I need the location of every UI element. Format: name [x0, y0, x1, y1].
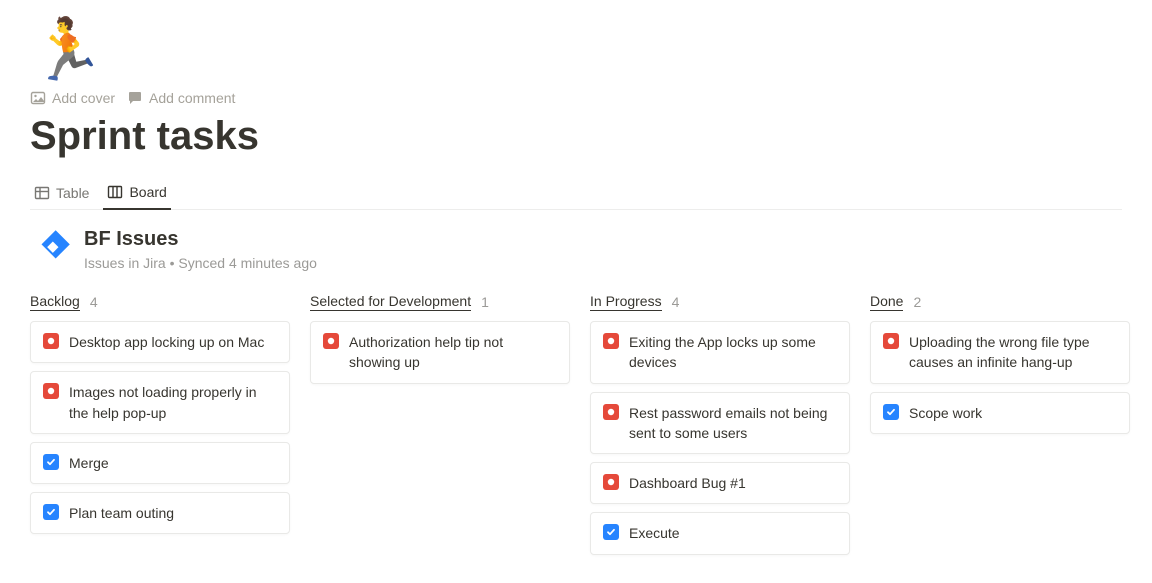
board-card[interactable]: Plan team outing	[30, 492, 290, 534]
add-comment-button[interactable]: Add comment	[127, 90, 235, 106]
column-header[interactable]: Backlog 4	[30, 293, 290, 311]
board-column: In Progress 4 Exiting the App locks up som…	[590, 293, 850, 563]
board-card[interactable]: Desktop app locking up on Mac	[30, 321, 290, 363]
view-tabs: Table Board	[30, 177, 1122, 210]
source-title: BF Issues	[84, 228, 317, 251]
card-title: Rest password emails not being sent to s…	[629, 403, 837, 444]
bug-icon	[323, 333, 339, 349]
board-card[interactable]: Images not loading properly in the help …	[30, 371, 290, 434]
card-title: Plan team outing	[69, 503, 277, 523]
board: Backlog 4 Desktop app locking up on Mac Ima…	[30, 293, 1122, 563]
source-subtitle: Issues in Jira • Synced 4 minutes ago	[84, 255, 317, 271]
board-icon	[107, 184, 123, 200]
task-icon	[43, 454, 59, 470]
board-column: Backlog 4 Desktop app locking up on Mac Ima…	[30, 293, 290, 542]
image-icon	[30, 90, 46, 106]
tab-board[interactable]: Board	[103, 178, 170, 210]
bug-icon	[43, 333, 59, 349]
board-card[interactable]: Dashboard Bug #1	[590, 462, 850, 504]
add-cover-label: Add cover	[52, 90, 115, 106]
board-card[interactable]: Rest password emails not being sent to s…	[590, 392, 850, 455]
bug-icon	[43, 383, 59, 399]
card-title: Execute	[629, 523, 837, 543]
column-count: 4	[90, 294, 98, 310]
column-name: Backlog	[30, 293, 80, 311]
tab-table[interactable]: Table	[30, 178, 93, 210]
bug-icon	[603, 474, 619, 490]
card-title: Scope work	[909, 403, 1117, 423]
board-card[interactable]: Authorization help tip not showing up	[310, 321, 570, 384]
comment-icon	[127, 90, 143, 106]
column-name: Done	[870, 293, 903, 311]
task-icon	[883, 404, 899, 420]
table-icon	[34, 185, 50, 201]
column-name: In Progress	[590, 293, 662, 311]
board-card[interactable]: Merge	[30, 442, 290, 484]
add-cover-button[interactable]: Add cover	[30, 90, 115, 106]
page-icon[interactable]: 🏃	[30, 16, 105, 83]
board-card[interactable]: Scope work	[870, 392, 1130, 434]
card-title: Dashboard Bug #1	[629, 473, 837, 493]
page-title: Sprint tasks	[30, 114, 1122, 159]
card-title: Images not loading properly in the help …	[69, 382, 277, 423]
task-icon	[43, 504, 59, 520]
board-card[interactable]: Uploading the wrong file type causes an …	[870, 321, 1130, 384]
bug-icon	[883, 333, 899, 349]
column-count: 1	[481, 294, 489, 310]
bug-icon	[603, 404, 619, 420]
card-title: Authorization help tip not showing up	[349, 332, 557, 373]
board-column: Done 2 Uploading the wrong file type cause…	[870, 293, 1130, 442]
tab-table-label: Table	[56, 185, 89, 201]
card-title: Desktop app locking up on Mac	[69, 332, 277, 352]
column-name: Selected for Development	[310, 293, 471, 311]
bug-icon	[603, 333, 619, 349]
card-title: Exiting the App locks up some devices	[629, 332, 837, 373]
board-card[interactable]: Execute	[590, 512, 850, 554]
column-header[interactable]: In Progress 4	[590, 293, 850, 311]
board-column: Selected for Development 1 Authorization h…	[310, 293, 570, 392]
column-count: 4	[672, 294, 680, 310]
column-header[interactable]: Done 2	[870, 293, 1130, 311]
jira-logo-icon	[30, 230, 70, 270]
column-header[interactable]: Selected for Development 1	[310, 293, 570, 311]
tab-board-label: Board	[129, 184, 166, 200]
task-icon	[603, 524, 619, 540]
column-count: 2	[913, 294, 921, 310]
add-comment-label: Add comment	[149, 90, 235, 106]
card-title: Merge	[69, 453, 277, 473]
card-title: Uploading the wrong file type causes an …	[909, 332, 1117, 373]
board-card[interactable]: Exiting the App locks up some devices	[590, 321, 850, 384]
